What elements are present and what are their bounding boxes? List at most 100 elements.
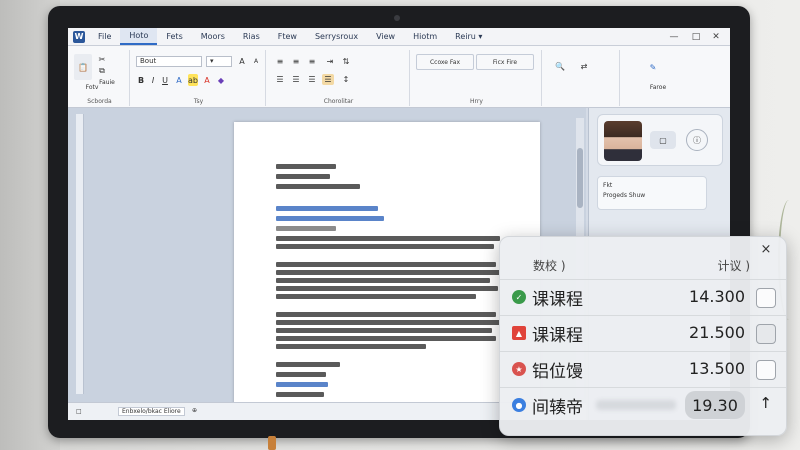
paste-icon[interactable]: 📋 — [74, 54, 92, 80]
row-value-input[interactable]: 19.30 — [685, 391, 745, 419]
doc-line — [276, 226, 336, 231]
maximize-icon[interactable]: □ — [686, 28, 706, 46]
folder-icon[interactable]: ▢ — [650, 131, 676, 149]
doc-heading-line — [276, 206, 378, 211]
menu-insert[interactable]: Fets — [157, 28, 191, 45]
doc-heading-line — [276, 382, 328, 387]
row-checkbox[interactable] — [756, 324, 776, 344]
shrink-font-icon[interactable]: A — [250, 56, 262, 67]
editor-icon[interactable]: ✎ — [642, 56, 664, 78]
font-name-select[interactable]: Bout — [136, 56, 202, 67]
row-name: 课课程 — [532, 326, 583, 346]
font-group: Bout ▾ A A B I U A ab A ◆ Tsy — [132, 50, 266, 106]
menu-review[interactable]: Ftew — [269, 28, 306, 45]
bold-button[interactable]: B — [136, 74, 146, 86]
clipboard-group: 📋 ✂ ⧉ Fotv Fauie Scborda — [70, 50, 130, 106]
font-size-select[interactable]: ▾ — [206, 56, 232, 67]
minimize-icon[interactable]: — — [664, 28, 684, 46]
word-app-icon[interactable]: W — [73, 30, 85, 43]
menu-file[interactable]: File — [89, 28, 120, 45]
clear-format-icon[interactable]: ◆ — [216, 74, 226, 86]
close-window-icon[interactable]: ✕ — [706, 28, 726, 46]
copy-icon[interactable]: ⧉ — [94, 66, 110, 76]
line-spacing-icon[interactable]: ↕ — [340, 74, 352, 85]
profile-card: ▢ ⓘ — [597, 114, 723, 166]
row-name: 课课程 — [532, 290, 583, 310]
list-item[interactable]: ✓ 课课程 14.300 — [500, 279, 786, 315]
menu-layout[interactable]: Rias — [234, 28, 269, 45]
document-page[interactable] — [234, 122, 540, 414]
highlight-icon[interactable]: ab — [188, 74, 198, 86]
doc-line — [276, 392, 324, 397]
chat-icon: ✓ — [512, 290, 526, 304]
clipboard-group-label: Scborda — [87, 98, 112, 105]
menu-help[interactable]: Hiotm — [404, 28, 446, 45]
info-line-2: Progeds Shuw — [603, 192, 646, 199]
font-group-label: Tsy — [193, 98, 204, 105]
info-card[interactable]: Fkt Progeds Shuw — [597, 176, 707, 210]
justify-icon[interactable]: ☰ — [322, 74, 334, 85]
row-value: 14.300 — [689, 287, 745, 306]
zoom-icon[interactable]: ⊕ — [192, 407, 197, 414]
doc-line — [276, 236, 500, 241]
editor-button[interactable]: Faroe — [628, 82, 688, 92]
multilevel-icon[interactable]: ≡ — [306, 56, 318, 67]
italic-button[interactable]: I — [148, 74, 158, 86]
paragraph-group-label: Chorolitar — [323, 98, 354, 105]
scrollbar-thumb[interactable] — [577, 148, 583, 208]
styles-group: Ccoxe Fax Ficx Fire Hrry — [412, 50, 542, 106]
blurred-detail — [596, 400, 676, 410]
sort-icon[interactable]: ⇅ — [340, 56, 352, 67]
menu-references[interactable]: Serrysroux — [306, 28, 367, 45]
list-item[interactable]: ★ 铝位馒 13.500 — [500, 351, 786, 387]
menu-bar: W File Hoto Fets Moors Rias Ftew Serrysr… — [68, 28, 730, 46]
doc-heading-line — [276, 216, 384, 221]
menu-home[interactable]: Hoto — [120, 28, 158, 45]
numbering-icon[interactable]: ≡ — [290, 56, 302, 67]
header-left-label[interactable]: 数校 ) — [533, 257, 566, 274]
cut-icon[interactable]: ✂ — [94, 54, 110, 64]
grow-font-icon[interactable]: A — [236, 56, 248, 67]
menu-more[interactable]: Reiru ▾ — [446, 28, 491, 45]
location-icon: ● — [512, 398, 526, 412]
text-effects-icon[interactable]: A — [174, 74, 184, 86]
row-checkbox[interactable] — [756, 360, 776, 380]
avatar — [604, 121, 642, 161]
doc-line — [276, 244, 494, 249]
replace-icon[interactable]: ⇄ — [574, 56, 594, 76]
row-value: 13.500 — [689, 359, 745, 378]
style-heading-button[interactable]: Ficx Fire — [476, 54, 534, 70]
style-normal-button[interactable]: Ccoxe Fax — [416, 54, 474, 70]
info-icon[interactable]: ⓘ — [686, 129, 708, 151]
vertical-ruler — [76, 114, 84, 394]
badge-icon: ★ — [512, 362, 526, 376]
paragraph-group: ≡ ≡ ≡ ⇥ ⇅ ☰ ☰ ☰ ☰ ↕ Chorolitar — [268, 50, 410, 106]
align-center-icon[interactable]: ☰ — [290, 74, 302, 85]
doc-line — [276, 344, 426, 349]
menu-design[interactable]: Moors — [192, 28, 234, 45]
format-painter-button[interactable]: Fauie — [92, 78, 122, 86]
info-line-1: Fkt — [603, 182, 613, 189]
panel-header: 数校 ) 计议 ) — [500, 253, 786, 275]
header-right-label[interactable]: 计议 ) — [718, 257, 751, 274]
doc-line — [276, 184, 360, 189]
arrow-up-icon[interactable]: ↑ — [759, 394, 772, 412]
menu-view[interactable]: View — [367, 28, 404, 45]
status-text[interactable]: Enbxelo/bkac Eliore — [118, 407, 185, 416]
row-checkbox[interactable] — [756, 288, 776, 308]
align-left-icon[interactable]: ☰ — [274, 74, 286, 85]
list-item[interactable]: ▲ 课课程 21.500 — [500, 315, 786, 351]
camera-dot — [394, 15, 400, 21]
doc-line — [276, 294, 476, 299]
doc-line — [276, 320, 500, 325]
font-color-icon[interactable]: A — [202, 74, 212, 86]
indent-icon[interactable]: ⇥ — [324, 56, 336, 67]
doc-line — [276, 336, 496, 341]
list-item[interactable]: ● 间辏帝 19.30 ↑ — [500, 387, 786, 423]
align-right-icon[interactable]: ☰ — [306, 74, 318, 85]
bullets-icon[interactable]: ≡ — [274, 56, 286, 67]
underline-button[interactable]: U — [160, 74, 170, 86]
styles-group-label: Hrry — [470, 98, 483, 105]
find-icon[interactable]: 🔍 — [550, 56, 570, 76]
editor-group: ✎ Faroe — [622, 50, 722, 106]
